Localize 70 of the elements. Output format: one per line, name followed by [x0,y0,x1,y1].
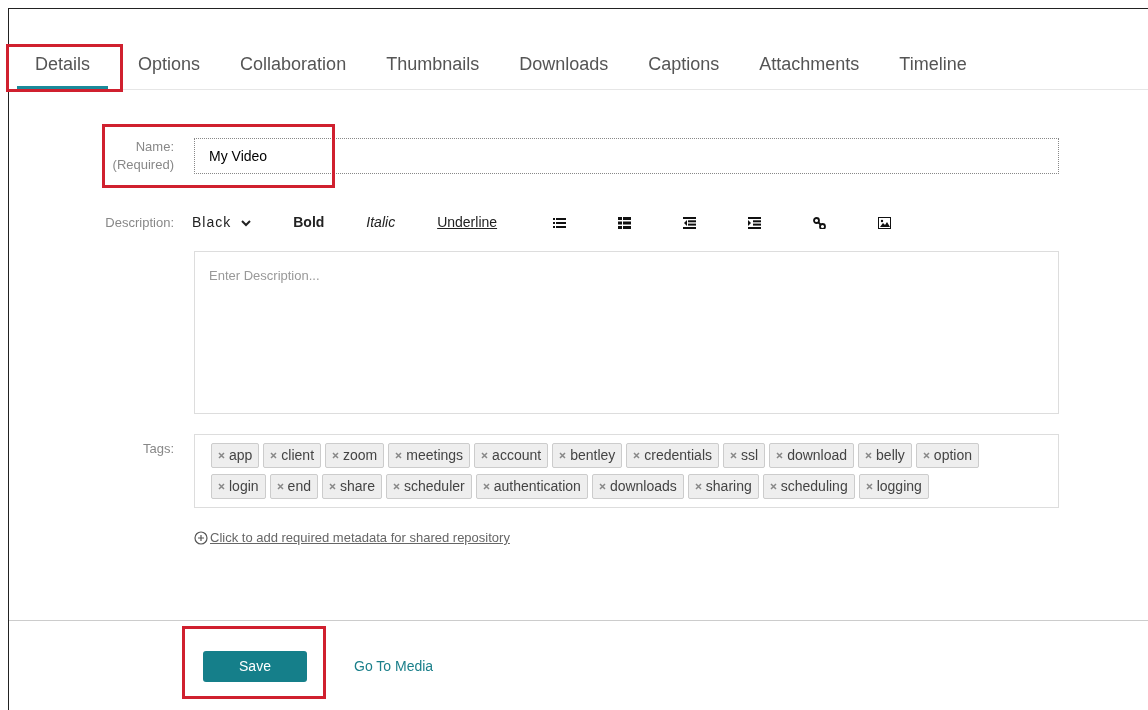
indent-icon[interactable] [748,216,762,229]
tab[interactable]: Options [120,47,219,89]
tag-text: meetings [406,446,464,466]
tag-text: client [281,446,315,466]
numbered-list-icon[interactable] [618,216,632,229]
caret-icon [241,220,252,228]
tag-text: bentley [570,446,616,466]
remove-tag-icon[interactable] [218,483,225,491]
remove-tag-icon[interactable] [276,483,284,491]
tag-text: scheduler [404,477,465,497]
tags-field[interactable]: app client zoom meetings account bentley credentials ssl download belly option login end share scheduler authentication downloads sharing scheduling logging [194,434,1059,509]
description-label: Description: [104,213,175,232]
tag-text: scheduling [780,477,848,497]
tab[interactable]: Details [17,47,109,89]
tag-text: sharing [705,477,752,497]
remove-tag-icon[interactable] [865,483,873,491]
add-metadata-link[interactable]: Click to add required metadata for shared repository [194,528,510,548]
remove-tag-icon[interactable] [694,483,702,491]
tag-text: belly [876,446,905,466]
image-icon[interactable] [878,216,892,229]
remove-tag-icon[interactable] [922,452,930,460]
remove-tag-icon[interactable] [328,483,336,491]
remove-tag-icon[interactable] [769,483,777,491]
underline-button[interactable]: Underline [427,210,508,236]
tab[interactable]: Thumbnails [368,47,498,89]
remove-tag-icon[interactable] [865,452,873,460]
tab[interactable]: Captions [630,47,738,89]
tag-text: login [229,477,259,497]
tag-text: zoom [343,446,378,466]
color-dropdown[interactable]: Black [182,210,262,236]
name-field[interactable]: My Video [194,138,1059,175]
remove-tag-icon[interactable] [481,452,489,460]
remove-tag-icon[interactable] [776,452,784,460]
tag-text: logging [876,477,922,497]
tag-text: app [229,446,253,466]
remove-tag-icon[interactable] [393,483,400,491]
tag-text: downloads [609,477,677,497]
plus-circle-icon [194,531,208,546]
remove-tag-icon[interactable] [218,452,225,460]
tab[interactable]: Collaboration [222,47,365,89]
tab[interactable]: Timeline [881,47,985,89]
italic-button[interactable]: Italic [356,210,406,236]
remove-tag-icon[interactable] [559,452,567,460]
outdent-icon[interactable] [683,216,697,229]
tag-text: credentials [644,446,712,466]
tag-text: share [339,477,375,497]
remove-tag-icon[interactable] [270,452,278,460]
tags-label: Tags: [141,440,175,459]
tab[interactable]: Attachments [741,47,878,89]
bulleted-list-icon[interactable] [553,216,567,229]
tab[interactable]: Downloads [501,47,627,89]
tag-text: end [287,477,311,497]
tag-text: account [492,446,542,466]
tag-text: download [787,446,848,466]
tag-text: authentication [493,477,581,497]
remove-tag-icon[interactable] [395,452,403,460]
tag-text: option [933,446,972,466]
link-icon[interactable] [813,216,827,229]
remove-tag-icon[interactable] [598,483,606,491]
name-label: Name: [135,139,174,154]
remove-tag-icon[interactable] [482,483,490,491]
go-to-media-link[interactable]: Go To Media [354,655,434,677]
tag-text: ssl [741,446,759,466]
remove-tag-icon[interactable] [730,452,737,460]
save-button[interactable]: Save [203,650,307,682]
remove-tag-icon[interactable] [633,452,641,460]
remove-tag-icon[interactable] [332,452,340,460]
bold-button[interactable]: Bold [283,210,335,236]
description-editor[interactable]: Enter Description... [194,251,1059,415]
required-label: (Required) [112,157,174,173]
